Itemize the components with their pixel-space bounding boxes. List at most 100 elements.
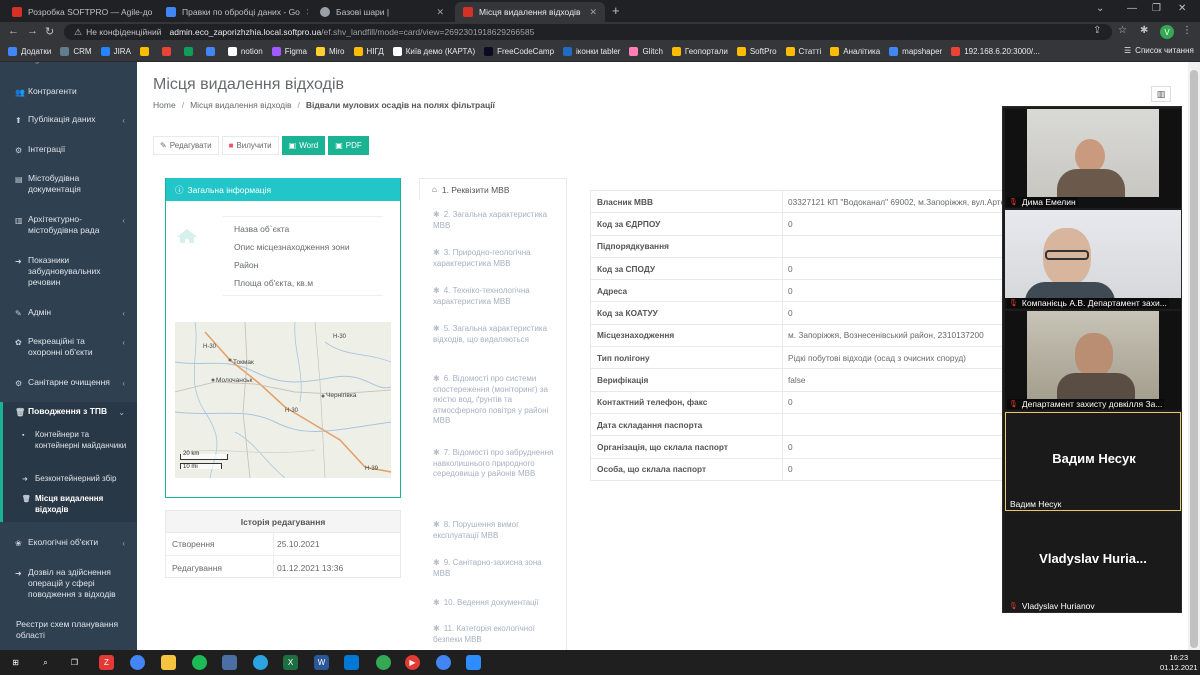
browser-tab[interactable]: Розробка SOFTPRO — Agile-до ✕ [4,2,154,22]
media-player-icon[interactable]: ▶ [405,655,420,670]
sidebar-subitem-disposal-sites[interactable]: 🗑 Місця видалення відходів [0,494,137,515]
spotify-icon[interactable] [192,655,207,670]
task-view-icon[interactable]: ❐ [67,655,82,670]
tab-technology[interactable]: ✱ 4. Техніко-технологічна характеристика … [433,286,557,307]
bookmark-item[interactable]: SoftPro [736,47,777,56]
sidebar-item-integrations[interactable]: ⚙ Інтеграції [0,144,137,155]
sidebar-item-recreation[interactable]: ✿ Рекреаційні та охоронні об'єкти ‹ [0,336,137,358]
participant-tile-active-speaker[interactable]: Вадим Несук Вадим Несук [1005,412,1181,511]
pgadmin-icon[interactable] [222,655,237,670]
forward-icon[interactable]: → [27,25,38,37]
tab-requisites[interactable]: ⌂ 1. Реквізити МВВ [419,178,567,200]
sidebar-item-arch-council[interactable]: ▥ Архітектурно-містобудівна рада ‹ [0,214,137,236]
word-export-button[interactable]: ▣ Word [281,136,326,155]
extensions-icon[interactable]: ✱ [1140,25,1148,36]
tab-monitoring[interactable]: ✱ 6. Відомості про системи спостереження … [433,374,557,427]
columns-toggle-button[interactable]: ▥ [1151,86,1171,102]
bookmark-item[interactable] [161,47,175,56]
bookmark-item[interactable]: 192.168.6.20:3000/... [951,47,1040,56]
bookmark-item[interactable]: Miro [315,47,345,56]
participant-tile[interactable]: 🎙 Компанієць А.В. Департамент захи... [1005,210,1181,309]
bookmark-item[interactable] [205,47,219,56]
sidebar-item-eco-objects[interactable]: ❀ Екологічні об'єкти ‹ [0,537,137,548]
bookmark-item[interactable] [183,47,197,56]
sidebar-item-admin[interactable]: ✎ Адмін ‹ [0,307,137,318]
pdf-export-button[interactable]: ▣ PDF [328,136,369,155]
search-icon[interactable]: ⌕ [38,655,53,670]
tab-waste-characteristics[interactable]: ✱ 5. Загальна характеристика відходів, що… [433,324,557,345]
bookmark-item[interactable]: Figma [271,47,307,56]
close-icon[interactable]: ✕ [430,7,444,18]
sidebar-item-waste-handling[interactable]: 🗑 Поводження з ТПВ ⌄ [0,406,137,417]
participant-tile[interactable]: 🎙 Дима Емелин [1005,109,1181,208]
tab-documentation[interactable]: ✱ 10. Ведення документації [433,598,557,609]
tab-eco-category[interactable]: ✱ 11. Категорія екологічної безпеки МВВ [433,624,557,645]
participant-tile[interactable]: Vladyslav Huria... 🎙 Vladyslav Hurianov [1005,513,1181,612]
sidebar-item-planning-registry[interactable]: Реєстри схем планування області [0,619,137,641]
url-text[interactable]: admin.eco_zaporizhzhia.local.softpro.ua/… [170,27,535,37]
bookmark-item[interactable]: НІГД [353,47,384,56]
windows-start-icon[interactable]: ⊞ [8,655,23,670]
bookmark-item[interactable]: Аналітика [830,47,880,56]
sidebar-item-publication[interactable]: ⬆ Публікація даних ‹ [0,114,137,125]
tab-search-icon[interactable]: ⌄ [1096,3,1104,14]
star-icon[interactable]: ☆ [1118,25,1127,36]
system-clock[interactable]: 16:23 01.12.2021 [1160,653,1198,673]
bookmark-item[interactable]: іконки tabler [563,47,620,56]
browser-tab[interactable]: Базові шари | ✕ [312,2,452,22]
bookmark-item[interactable]: Додатки [8,47,51,56]
telegram-icon[interactable] [253,655,268,670]
bookmark-item[interactable]: Glitch [629,47,663,56]
omnibox[interactable]: ⚠ Не конфіденційний admin.eco_zaporizhzh… [64,24,1112,40]
close-icon[interactable]: ✕ [583,7,597,18]
bookmark-item[interactable] [139,47,153,56]
tab-sanitary-zone[interactable]: ✱ 9. Санітарно-захисна зона МВВ [433,558,557,579]
back-icon[interactable]: ← [8,25,19,37]
bookmark-item[interactable]: Київ демо (КАРТА) [392,47,475,56]
sidebar-subitem-containers[interactable]: ▪ Контейнери та контейнерні майданчики [0,430,137,451]
bookmark-item[interactable]: CRM [60,47,92,56]
reading-list[interactable]: ☰ Список читання [1124,46,1194,55]
sidebar-item-partial[interactable]: Ograничения [0,62,137,65]
chrome-icon[interactable] [130,655,145,670]
excel-icon[interactable]: X [283,655,298,670]
filezilla-icon[interactable]: Z [99,655,114,670]
close-icon[interactable]: ✕ [152,7,154,18]
bookmark-item[interactable]: FreeCodeCamp [484,47,554,56]
sidebar-subitem-containerless[interactable]: ➜ Безконтейнерний збір [0,474,137,485]
new-tab-icon[interactable]: + [612,3,620,18]
page-scrollbar-thumb[interactable] [1190,70,1198,648]
minimize-icon[interactable]: — [1127,3,1137,14]
sidebar-item-contractors[interactable]: 👥 Контрагенти [0,86,137,97]
tab-violations[interactable]: ✱ 8. Порушення вимог експлуатації МВВ [433,520,557,541]
tab-geology[interactable]: ✱ 3. Природно-геологічна характеристика М… [433,248,557,269]
location-map[interactable]: Н-30 Токмак Молочанськ Н-30 Чернігівка Н… [175,322,391,478]
zoom-icon[interactable] [466,655,481,670]
tab-general-characteristics[interactable]: ✱ 2. Загальна характеристика МВВ [433,210,557,231]
restore-icon[interactable]: ❐ [1152,3,1161,14]
menu-icon[interactable]: ⋮ [1182,25,1192,36]
close-icon[interactable]: ✕ [300,7,308,18]
share-icon[interactable]: ⇪ [1093,25,1101,36]
vscode-icon[interactable] [344,655,359,670]
reload-icon[interactable]: ↻ [45,25,54,38]
delete-button[interactable]: ■ Вилучити [221,136,279,155]
word-icon[interactable]: W [314,655,329,670]
sidebar-item-waste-permit[interactable]: ➜ Дозвіл на здійснення операцій у сфері … [0,567,137,600]
browser-tab-active[interactable]: Місця видалення відходів ✕ [455,2,605,22]
edit-button[interactable]: ✎ Редагувати [153,136,219,155]
bookmark-item[interactable]: Статті [785,47,821,56]
bookmark-item[interactable]: notion [227,47,263,56]
bookmark-item[interactable]: JIRA [100,47,131,56]
breadcrumb-home[interactable]: Home [153,100,176,110]
sidebar-item-urban-docs[interactable]: ▤ Містобудівна документація [0,173,137,195]
window-close-icon[interactable]: ✕ [1178,3,1186,14]
browser-tab[interactable]: Правки по обробці даних - Go ✕ [158,2,308,22]
sidebar-item-sanitary[interactable]: ⚙ Санітарне очищення ‹ [0,377,137,388]
file-explorer-icon[interactable] [161,655,176,670]
profile-avatar[interactable]: V [1160,25,1174,39]
participant-tile[interactable]: 🎙 Департамент захисту довкілля За... [1005,311,1181,410]
chrome-alt-icon[interactable] [376,655,391,670]
sidebar-item-pollutants[interactable]: ➜ Показники забудновувальних речовин [0,255,137,288]
breadcrumb-section[interactable]: Місця видалення відходів [190,100,291,110]
